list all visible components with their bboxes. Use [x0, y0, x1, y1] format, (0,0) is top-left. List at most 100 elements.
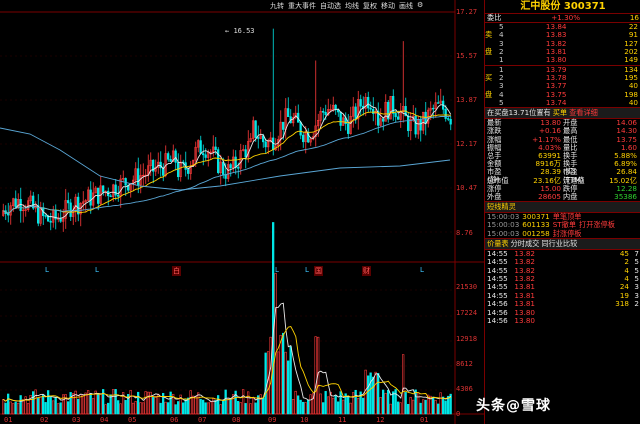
volume-bar — [112, 389, 115, 415]
candle-body — [229, 164, 232, 169]
alerts-title[interactable]: 短线精灵 — [487, 203, 516, 211]
trades-list: 14:55 13.82 45 7 14:55 13.82 2 5 14:55 13.82 4 5 14:… — [485, 249, 640, 326]
event-marker[interactable]: L — [420, 266, 424, 274]
bid-book: 1 13.79 134 买 2 13.78 195 3 13.77 40 盘 4 13.75 198 5 13… — [485, 64, 640, 107]
toolbar-item[interactable]: ⚙ — [417, 1, 423, 11]
event-marker[interactable]: 财 — [362, 266, 371, 276]
volume-bar — [72, 393, 75, 415]
volume-bar — [46, 390, 50, 415]
trades-tab[interactable]: 价量表 — [487, 239, 509, 248]
toolbar-item[interactable]: 自动选 — [320, 1, 341, 11]
volume-bar — [84, 392, 87, 415]
volume-bar — [224, 389, 227, 415]
info-bar-buy[interactable]: 买单 — [553, 109, 567, 117]
alert-row[interactable]: 15:00:03 001258 封涨停板 — [485, 229, 640, 238]
volume-bar — [346, 396, 350, 415]
volume-bar — [284, 351, 287, 415]
volume-bar — [157, 393, 160, 415]
candle-body — [234, 156, 237, 168]
volume-bar — [289, 346, 292, 415]
orderbook-qty: 149 — [624, 55, 638, 65]
toolbar-item[interactable]: 重大事件 — [288, 1, 316, 11]
event-marker[interactable]: L — [275, 266, 279, 274]
orderbook-level-num: 5 — [499, 97, 504, 107]
candle-body — [366, 96, 370, 109]
candle-body — [256, 137, 260, 139]
event-marker[interactable]: 白 — [172, 266, 181, 276]
price-tick: 8.76 — [456, 229, 473, 237]
volume-bar — [104, 404, 107, 415]
volume-bar — [69, 392, 72, 415]
toolbar-item[interactable]: 九转 — [270, 1, 284, 11]
volume-bar — [421, 399, 425, 415]
event-marker[interactable]: L — [95, 266, 99, 274]
volume-bar — [144, 391, 147, 415]
volume-bar — [114, 389, 117, 415]
volume-bar — [77, 398, 80, 415]
volume-bar — [31, 391, 35, 415]
orderbook-level[interactable]: 5 13.74 40 — [485, 97, 640, 107]
ask-book: 5 13.84 22 卖 4 13.83 91 3 13.82 127 盘 2 13.81 202 1 13.… — [485, 22, 640, 64]
volume-bar — [129, 390, 132, 415]
candle-body — [264, 141, 267, 148]
date-tick: 10 — [300, 416, 309, 424]
volume-bar — [439, 392, 442, 415]
stock-title[interactable]: 汇中股份 300371 — [485, 0, 640, 14]
volume-bar — [239, 402, 242, 415]
volume-bar — [117, 400, 120, 415]
candle-body — [69, 202, 72, 217]
candle-body — [124, 178, 127, 186]
volume-bar — [424, 399, 427, 415]
volume-bar — [107, 402, 110, 415]
quote-value: 28605 — [538, 191, 561, 201]
volume-bar — [279, 334, 282, 415]
volume-bar — [401, 354, 405, 415]
trades-tab[interactable]: 同行业比较 — [541, 239, 577, 248]
date-tick: 03 — [72, 416, 81, 424]
toolbar-item[interactable]: 均线 — [345, 1, 359, 11]
candle-body — [446, 118, 450, 120]
candle-body — [77, 196, 80, 215]
volume-bar — [364, 369, 367, 415]
info-bar-detail-link[interactable]: 查看详细 — [569, 109, 598, 117]
volume-bar — [409, 397, 412, 415]
volume-bar — [356, 398, 360, 415]
volume-bar — [184, 399, 187, 415]
toolbar-item[interactable]: 画线 — [399, 1, 413, 11]
event-marker[interactable]: L — [305, 266, 309, 274]
event-marker[interactable]: L — [45, 266, 49, 274]
price-tick: 12.17 — [456, 140, 478, 148]
volume-bar — [194, 396, 197, 415]
date-tick: 01 — [420, 416, 429, 424]
trades-tab[interactable]: 分时成交 — [511, 239, 540, 248]
candle-body — [396, 116, 400, 120]
date-tick: 02 — [40, 416, 49, 424]
stock-name: 汇中股份 — [520, 1, 561, 12]
candle-body — [394, 113, 397, 118]
price-tick: 15.57 — [456, 52, 478, 60]
kline-chart[interactable]: 九转 重大事件 自动选 均线 复权 移动 画线 ⚙ ← 16.53 17.27 15.57 13.… — [0, 0, 484, 424]
date-tick: 01 — [4, 416, 13, 424]
event-marker[interactable]: 国 — [314, 266, 323, 276]
orderbook-side-label: 盘 — [485, 89, 493, 99]
volume-bar — [237, 400, 240, 415]
orderbook-level[interactable]: 1 13.80 149 — [485, 56, 640, 64]
toolbar-item[interactable]: 移动 — [381, 1, 395, 11]
quote-row: 外盘 28605 内盘 35386 — [485, 191, 640, 201]
volume-bar — [406, 403, 410, 415]
volume-bar — [26, 403, 30, 415]
candle-body — [204, 154, 207, 158]
trade-row: 14:55 13.82 4 5 — [485, 274, 640, 283]
candle-body — [14, 198, 17, 208]
volume-bar — [54, 396, 57, 415]
volume-bar — [149, 391, 152, 415]
candle-body — [436, 102, 440, 104]
candle-body — [449, 118, 452, 125]
volume-bar — [271, 222, 275, 415]
volume-bar — [12, 403, 15, 415]
stock-terminal-window: 九转 重大事件 自动选 均线 复权 移动 画线 ⚙ ← 16.53 17.27 15.57 13.… — [0, 0, 640, 424]
volume-bar — [1, 399, 5, 415]
toolbar-item[interactable]: 复权 — [363, 1, 377, 11]
volume-bar — [441, 396, 445, 415]
volume-bar — [324, 391, 327, 415]
